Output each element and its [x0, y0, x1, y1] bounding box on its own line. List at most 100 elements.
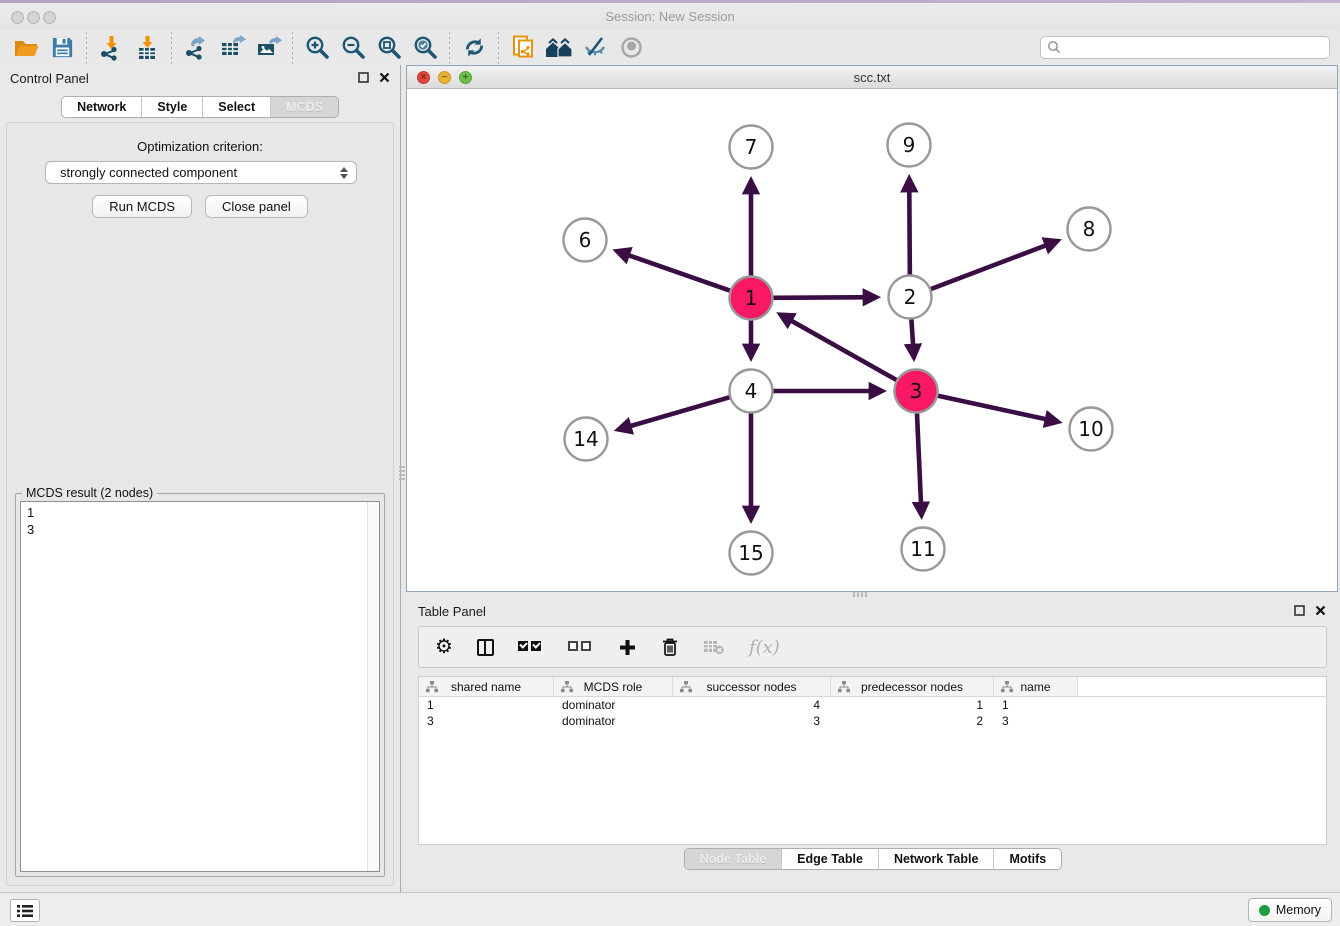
column-header-shared-name[interactable]: shared name — [419, 677, 554, 696]
save-session-button[interactable] — [44, 32, 80, 64]
toolbar-separator — [498, 32, 499, 64]
zoom-fit-button[interactable] — [371, 32, 407, 64]
import-table-button[interactable] — [129, 32, 165, 64]
network-graph[interactable]: 7 9 6 8 1 2 4 3 14 10 15 11 — [407, 89, 1337, 591]
graph-node-8[interactable]: 8 — [1068, 208, 1111, 251]
select-all-button[interactable] — [518, 638, 544, 656]
graph-node-7[interactable]: 7 — [730, 126, 773, 169]
graph-node-14[interactable]: 14 — [565, 418, 608, 461]
graph-node-4[interactable]: 4 — [730, 370, 773, 413]
hide-selected-button[interactable] — [577, 32, 613, 64]
show-all-button[interactable] — [613, 32, 649, 64]
search-icon — [1047, 40, 1062, 55]
tab-node-table[interactable]: Node Table — [685, 849, 781, 869]
column-header-predecessor-nodes[interactable]: predecessor nodes — [831, 677, 994, 696]
import-network-button[interactable] — [93, 32, 129, 64]
zoom-in-button[interactable] — [299, 32, 335, 64]
search-input[interactable] — [1062, 39, 1329, 57]
dropdown-stepper-icon — [340, 167, 348, 179]
memory-button[interactable]: Memory — [1248, 898, 1332, 922]
search-field[interactable] — [1040, 36, 1330, 59]
panel-splitter-grip[interactable] — [399, 466, 405, 482]
tab-style[interactable]: Style — [141, 97, 202, 117]
column-header-successor-nodes[interactable]: successor nodes — [673, 677, 831, 696]
table-splitter-grip[interactable] — [853, 592, 869, 597]
float-table-panel-icon[interactable] — [1294, 605, 1305, 616]
first-neighbors-button[interactable] — [541, 32, 577, 64]
control-panel-title: Control Panel — [10, 71, 89, 86]
tab-network-table[interactable]: Network Table — [878, 849, 994, 869]
apply-layout-button[interactable] — [456, 32, 492, 64]
open-session-button[interactable] — [8, 32, 44, 64]
tab-select[interactable]: Select — [202, 97, 270, 117]
new-network-from-selection-button[interactable] — [505, 32, 541, 64]
edge-2-3[interactable] — [911, 319, 913, 356]
graph-node-9[interactable]: 9 — [888, 124, 931, 167]
optimization-criterion-dropdown[interactable]: strongly connected component — [45, 161, 357, 184]
delete-column-button[interactable] — [661, 637, 679, 657]
export-table-button[interactable] — [214, 32, 250, 64]
table-cell[interactable]: 2 — [831, 713, 994, 729]
add-column-button[interactable] — [618, 638, 637, 657]
show-columns-button[interactable] — [477, 639, 494, 656]
eye-slash-icon — [582, 34, 609, 61]
table-cell[interactable]: 1 — [831, 697, 994, 713]
network-window-title: scc.txt — [407, 70, 1337, 85]
import-table-icon — [134, 35, 160, 61]
graph-node-1[interactable]: 1 — [730, 277, 773, 320]
export-image-button[interactable] — [250, 32, 286, 64]
graph-node-6[interactable]: 6 — [564, 219, 607, 262]
column-header-name[interactable]: name — [994, 677, 1078, 696]
table-row[interactable]: 1dominator411 — [419, 697, 1326, 713]
edge-3-1[interactable] — [781, 315, 896, 380]
node-label: 2 — [904, 285, 917, 309]
graph-node-10[interactable]: 10 — [1070, 408, 1113, 451]
table-cell[interactable]: 4 — [673, 697, 831, 713]
edge-3-11[interactable] — [917, 413, 921, 514]
edge-1-2[interactable] — [773, 297, 875, 298]
graph-node-2[interactable]: 2 — [889, 276, 932, 319]
tab-edge-table[interactable]: Edge Table — [781, 849, 878, 869]
table-cell[interactable]: 3 — [419, 713, 554, 729]
export-table-icon — [219, 34, 246, 61]
float-panel-icon[interactable] — [358, 72, 369, 83]
edge-1-6[interactable] — [618, 251, 730, 290]
tab-mcds[interactable]: MCDS — [270, 97, 338, 117]
tab-network[interactable]: Network — [62, 97, 141, 117]
table-panel: Table Panel ⚙ — [406, 598, 1340, 888]
graph-node-11[interactable]: 11 — [902, 528, 945, 571]
edge-2-8[interactable] — [931, 241, 1057, 289]
run-mcds-button[interactable]: Run MCDS — [92, 195, 192, 218]
table-cell[interactable]: dominator — [554, 697, 673, 713]
result-scrollbar[interactable] — [367, 502, 379, 871]
edge-4-14[interactable] — [619, 397, 729, 429]
edge-3-10[interactable] — [938, 396, 1057, 422]
table-cell[interactable]: dominator — [554, 713, 673, 729]
task-history-button[interactable] — [10, 899, 40, 922]
table-cell[interactable]: 3 — [673, 713, 831, 729]
close-panel-icon[interactable] — [379, 72, 390, 83]
table-cell[interactable]: 1 — [994, 697, 1078, 713]
network-canvas[interactable]: 7 9 6 8 1 2 4 3 14 10 15 11 — [407, 89, 1337, 591]
node-table[interactable]: shared nameMCDS rolesuccessor nodesprede… — [418, 676, 1327, 845]
close-panel-button[interactable]: Close panel — [205, 195, 308, 218]
graph-node-3[interactable]: 3 — [895, 370, 938, 413]
graph-node-15[interactable]: 15 — [730, 532, 773, 575]
zoom-selected-button[interactable] — [407, 32, 443, 64]
function-builder-button[interactable]: f(x) — [749, 637, 780, 658]
edge-2-9[interactable] — [909, 179, 910, 274]
control-panel-tabs: NetworkStyleSelectMCDS — [61, 96, 339, 118]
zoom-out-button[interactable] — [335, 32, 371, 64]
deselect-all-button[interactable] — [568, 638, 594, 656]
mcds-result-text[interactable]: 1 3 — [20, 501, 380, 872]
table-cell[interactable]: 3 — [994, 713, 1078, 729]
table-cell[interactable]: 1 — [419, 697, 554, 713]
table-row[interactable]: 3dominator323 — [419, 713, 1326, 729]
zoom-in-icon — [304, 34, 331, 61]
table-settings-button[interactable]: ⚙ — [435, 637, 453, 657]
close-table-panel-icon[interactable] — [1315, 605, 1326, 616]
toolbar-separator — [86, 32, 87, 64]
tab-motifs[interactable]: Motifs — [993, 849, 1061, 869]
column-header-MCDS-role[interactable]: MCDS role — [554, 677, 673, 696]
export-network-button[interactable] — [178, 32, 214, 64]
